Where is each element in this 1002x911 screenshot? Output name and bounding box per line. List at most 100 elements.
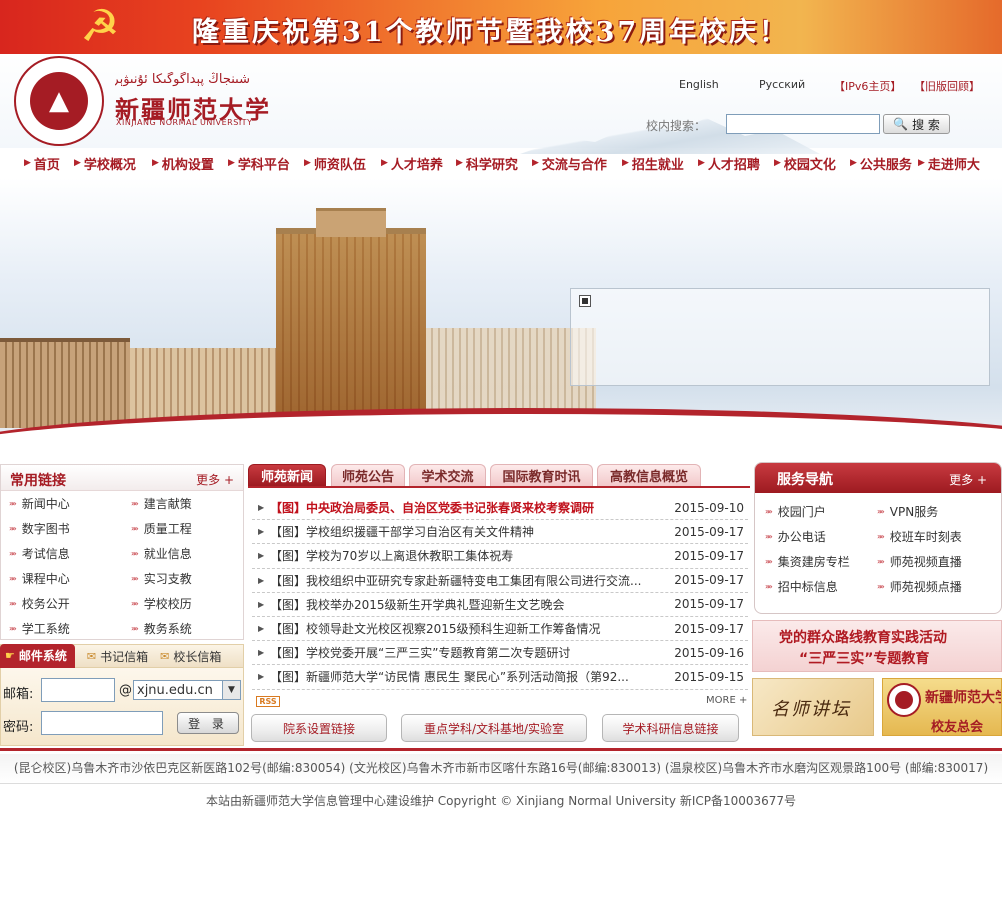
nav-item-about[interactable]: ▶ 走进师大: [918, 148, 996, 178]
email-field[interactable]: [41, 678, 115, 702]
link-course-center[interactable]: »» 课程中心: [9, 566, 131, 591]
password-field[interactable]: [41, 711, 163, 735]
nav-arrow-icon: ▶: [850, 158, 857, 168]
research-info-link-button[interactable]: 学术科研信息链接: [602, 714, 739, 742]
service-bidding-info[interactable]: »» 招中标信息: [765, 574, 877, 599]
news-item[interactable]: ▶ 【图】学校党委开展“三严三实”专题教育第二次专题研讨 2015-09-16: [252, 641, 748, 666]
old-version-link[interactable]: 【旧版回顾】: [914, 80, 980, 93]
search-input[interactable]: [726, 114, 880, 134]
news-item[interactable]: ▶ 【图】校领导赴文光校区视察2015级预科生迎新工作筹备情况 2015-09-17: [252, 617, 748, 642]
university-seal-logo[interactable]: ▲: [14, 56, 104, 146]
link-digital-library[interactable]: »» 数字图书: [9, 516, 131, 541]
russian-link[interactable]: Русский: [759, 78, 805, 91]
link-internship[interactable]: »» 实习支教: [131, 566, 237, 591]
news-more-link[interactable]: MORE +: [706, 695, 747, 706]
key-disciplines-link-button[interactable]: 重点学科/文科基地/实验室: [401, 714, 587, 742]
tab-campus-news[interactable]: 师苑新闻: [248, 464, 326, 486]
service-office-phone[interactable]: »» 办公电话: [765, 524, 877, 549]
news-title[interactable]: 【图】中央政治局委员、自治区党委书记张春贤来校考察调研: [270, 499, 656, 516]
common-links-more[interactable]: 更多 +: [196, 471, 234, 488]
link-suggestions[interactable]: »» 建言献策: [131, 491, 237, 516]
mail-domain-select[interactable]: xjnu.edu.cn ▼: [133, 680, 241, 700]
news-title[interactable]: 【图】学校党委开展“三严三实”专题教育第二次专题研讨: [270, 644, 656, 661]
campaign-line-2: “三严三实”专题教育: [799, 651, 930, 667]
tab-higher-ed-info[interactable]: 高教信息概览: [597, 464, 701, 486]
link-quality-project[interactable]: »» 质量工程: [131, 516, 237, 541]
nav-arrow-icon: ▶: [456, 158, 463, 168]
link-school-calendar[interactable]: »» 学校校历: [131, 591, 237, 616]
news-title[interactable]: 【图】新疆师范大学“访民情 惠民生 聚民心”系列活动简报（第92...: [270, 668, 656, 685]
link-affairs-public[interactable]: »» 校务公开: [9, 591, 131, 616]
ipv6-link[interactable]: 【IPv6主页】: [834, 80, 901, 93]
service-campus-portal[interactable]: »» 校园门户: [765, 499, 877, 524]
nav-item-public-service[interactable]: ▶ 公共服务: [850, 148, 918, 178]
tab-mail-system[interactable]: ☛ 邮件系统: [0, 643, 75, 668]
logo-chinese-text: 新疆师范大学: [115, 95, 271, 124]
search-button[interactable]: 🔍 搜 索: [883, 114, 950, 134]
news-title[interactable]: 【图】我校组织中亚研究专家赴新疆特变电工集团有限公司进行交流...: [270, 572, 656, 589]
news-item[interactable]: ▶ 【图】新疆师范大学“访民情 惠民生 聚民心”系列活动简报（第92... 2015…: [252, 665, 748, 690]
news-item[interactable]: ▶ 【图】中央政治局委员、自治区党委书记张春贤来校考察调研 2015-09-10: [252, 496, 748, 521]
nav-item-admissions[interactable]: ▶ 招生就业: [622, 148, 698, 178]
nav-item-overview[interactable]: ▶ 学校概况: [74, 148, 152, 178]
nav-item-faculty[interactable]: ▶ 师资队伍: [304, 148, 381, 178]
link-employment-info[interactable]: »» 就业信息: [131, 541, 237, 566]
service-navigation-more[interactable]: 更多 +: [949, 471, 987, 488]
news-tabs: 师苑新闻 师苑公告 学术交流 国际教育时讯 高教信息概览: [248, 464, 750, 488]
login-button[interactable]: 登 录: [177, 712, 239, 734]
service-video-live[interactable]: »» 师苑视频直播: [877, 549, 997, 574]
slideshow-stop-icon[interactable]: [579, 295, 591, 307]
tab-secretary-mailbox[interactable]: ✉ 书记信箱: [87, 648, 148, 665]
link-student-system[interactable]: »» 学工系统: [9, 616, 131, 641]
double-arrow-icon: »»: [131, 524, 139, 533]
link-academic-system[interactable]: »» 教务系统: [131, 616, 237, 641]
tab-president-mailbox[interactable]: ✉ 校长信箱: [160, 648, 221, 665]
news-item[interactable]: ▶ 【图】我校举办2015级新生开学典礼暨迎新生文艺晚会 2015-09-17: [252, 593, 748, 617]
caret-right-icon: ▶: [258, 503, 265, 513]
link-news-center[interactable]: »» 新闻中心: [9, 491, 131, 516]
english-link-wrap: English: [679, 78, 719, 94]
news-item[interactable]: ▶ 【图】学校组织援疆干部学习自治区有关文件精神 2015-09-17: [252, 520, 748, 545]
service-shuttle-schedule[interactable]: »» 校班车时刻表: [877, 524, 997, 549]
nav-item-home[interactable]: ▶ 首页: [24, 148, 74, 178]
nav-item-recruitment[interactable]: ▶ 人才招聘: [698, 148, 774, 178]
news-date: 2015-09-17: [674, 524, 744, 539]
service-vpn[interactable]: »» VPN服务: [877, 499, 997, 524]
tab-international-education[interactable]: 国际教育时讯: [490, 464, 593, 486]
caret-right-icon: ▶: [258, 551, 265, 561]
nav-item-exchange[interactable]: ▶ 交流与合作: [532, 148, 622, 178]
double-arrow-icon: »»: [131, 599, 139, 608]
news-title[interactable]: 【图】学校组织援疆干部学习自治区有关文件精神: [270, 523, 656, 540]
nav-item-organization[interactable]: ▶ 机构设置: [152, 148, 228, 178]
nav-item-disciplines[interactable]: ▶ 学科平台: [228, 148, 304, 178]
university-seal-icon: [887, 683, 921, 717]
mass-line-campaign-banner[interactable]: 党的群众路线教育实践活动 “三严三实”专题教育: [752, 620, 1002, 672]
double-arrow-icon: »»: [9, 549, 17, 558]
famous-teacher-forum-banner[interactable]: 名师讲坛: [752, 678, 874, 736]
nav-item-research[interactable]: ▶ 科学研究: [456, 148, 532, 178]
service-video-on-demand[interactable]: »» 师苑视频点播: [877, 574, 997, 599]
russian-link-wrap: Русский: [759, 78, 805, 94]
nav-arrow-icon: ▶: [74, 158, 81, 168]
tab-announcements[interactable]: 师苑公告: [331, 464, 405, 486]
double-arrow-icon: »»: [131, 499, 139, 508]
news-title[interactable]: 【图】学校为70岁以上离退休教职工集体祝寿: [270, 547, 656, 564]
news-item[interactable]: ▶ 【图】学校为70岁以上离退休教职工集体祝寿 2015-09-17: [252, 544, 748, 569]
double-arrow-icon: »»: [877, 532, 885, 541]
rss-icon[interactable]: RSS: [256, 696, 280, 707]
news-item[interactable]: ▶ 【图】我校组织中亚研究专家赴新疆特变电工集团有限公司进行交流... 2015-0…: [252, 569, 748, 593]
nav-item-education[interactable]: ▶ 人才培养: [381, 148, 456, 178]
tab-academic-exchange[interactable]: 学术交流: [409, 464, 486, 486]
news-title[interactable]: 【图】我校举办2015级新生开学典礼暨迎新生文艺晚会: [270, 596, 656, 613]
alumni-association-banner[interactable]: 新疆师范大学 校友总会: [882, 678, 1002, 736]
nav-item-campus-culture[interactable]: ▶ 校园文化: [774, 148, 850, 178]
double-arrow-icon: »»: [9, 599, 17, 608]
departments-link-button[interactable]: 院系设置链接: [251, 714, 387, 742]
english-link[interactable]: English: [679, 78, 719, 91]
mail-tabs: ☛ 邮件系统 ✉ 书记信箱 ✉ 校长信箱: [0, 643, 244, 668]
service-housing-column[interactable]: »» 集资建房专栏: [765, 549, 877, 574]
link-exam-info[interactable]: »» 考试信息: [9, 541, 131, 566]
service-links-grid: »» 校园门户 »» VPN服务 »» 办公电话 »» 校班车时刻表 »» 集资建房专栏 …: [765, 499, 997, 599]
news-title[interactable]: 【图】校领导赴文光校区视察2015级预科生迎新工作筹备情况: [270, 620, 656, 637]
double-arrow-icon: »»: [9, 624, 17, 633]
